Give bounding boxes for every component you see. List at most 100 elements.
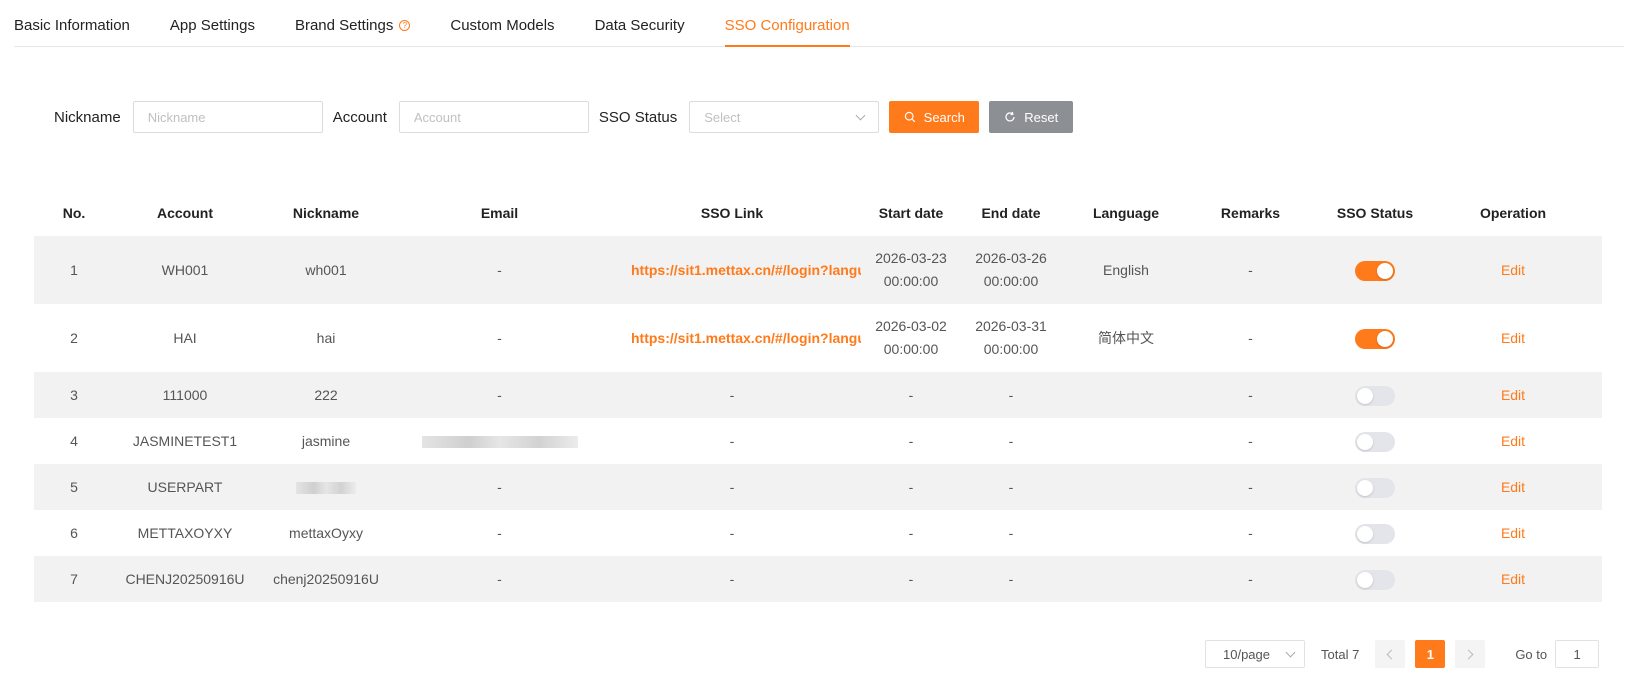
cell-email bbox=[396, 430, 603, 453]
cell-no: 6 bbox=[70, 524, 78, 541]
cell-sso-status bbox=[1310, 327, 1440, 350]
tab-label: Basic Information bbox=[14, 17, 130, 34]
col-header-email: Email bbox=[480, 205, 519, 221]
col-header-start-date: Start date bbox=[878, 205, 944, 221]
chevron-down-icon bbox=[1285, 647, 1296, 657]
col-header-no: No. bbox=[62, 205, 86, 221]
cell-nickname: 222 bbox=[314, 386, 338, 403]
tab-label: SSO Configuration bbox=[724, 17, 850, 34]
cell-account: WH001 bbox=[161, 261, 209, 278]
next-page-button[interactable] bbox=[1455, 640, 1486, 668]
cell-remarks: - bbox=[1248, 432, 1253, 449]
cell-email: - bbox=[497, 478, 502, 495]
goto-page-input[interactable] bbox=[1555, 640, 1600, 668]
edit-link[interactable]: Edit bbox=[1501, 262, 1525, 278]
tab-data-security[interactable]: Data Security bbox=[595, 0, 685, 46]
cell-no: 4 bbox=[70, 432, 78, 449]
sso-status-toggle[interactable] bbox=[1355, 385, 1395, 406]
sso-status-toggle[interactable] bbox=[1355, 328, 1395, 349]
tab-custom-models[interactable]: Custom Models bbox=[450, 0, 554, 46]
cell-no: 3 bbox=[70, 386, 78, 403]
cell-sso-status bbox=[1310, 259, 1440, 282]
edit-link[interactable]: Edit bbox=[1501, 479, 1525, 495]
cell-no: 7 bbox=[70, 570, 78, 587]
tab-basic-information[interactable]: Basic Information bbox=[14, 0, 130, 46]
cell-start-date: - bbox=[908, 386, 914, 403]
sso-status-label: SSO Status bbox=[598, 108, 678, 126]
sso-status-toggle[interactable] bbox=[1355, 431, 1395, 452]
edit-link[interactable]: Edit bbox=[1501, 571, 1525, 587]
cell-email: - bbox=[497, 261, 502, 278]
tab-bar: Basic Information App Settings Brand Set… bbox=[14, 0, 1624, 47]
search-icon bbox=[904, 111, 915, 123]
cell-operation: Edit bbox=[1440, 568, 1586, 591]
cell-account: JASMINETEST1 bbox=[132, 432, 238, 449]
cell-start-date: - bbox=[908, 478, 914, 495]
sso-status-toggle[interactable] bbox=[1355, 569, 1395, 590]
cell-no: 2 bbox=[70, 329, 78, 346]
redacted-nickname bbox=[296, 481, 356, 494]
redacted-email bbox=[421, 435, 578, 448]
start-time: 00:00:00 bbox=[883, 341, 939, 357]
sso-status-toggle[interactable] bbox=[1355, 523, 1395, 544]
cell-account: CHENJ20250916U bbox=[125, 570, 245, 587]
search-button[interactable]: Search bbox=[889, 101, 980, 133]
page-size-select[interactable]: 10/page bbox=[1205, 640, 1305, 668]
cell-sso-status bbox=[1310, 522, 1440, 545]
cell-email: - bbox=[497, 570, 502, 587]
refresh-icon bbox=[1005, 111, 1015, 122]
help-icon[interactable]: ? bbox=[399, 20, 411, 31]
page-button-current[interactable]: 1 bbox=[1415, 640, 1446, 668]
sso-link[interactable]: https://sit1.mettax.cn/#/login?language=… bbox=[631, 330, 861, 346]
cell-nickname: chenj20250916U bbox=[273, 570, 379, 587]
table-header: No. Account Nickname Email SSO Link Star… bbox=[34, 190, 1602, 236]
end-time: 00:00:00 bbox=[983, 341, 1039, 357]
cell-start-date: - bbox=[908, 432, 914, 449]
account-input[interactable] bbox=[398, 101, 589, 133]
cell-sso-link: - bbox=[729, 386, 735, 403]
cell-sso-link: https://sit1.mettax.cn/#/login?language=… bbox=[603, 259, 861, 282]
cell-no: 5 bbox=[70, 478, 78, 495]
sso-status-select[interactable]: Select bbox=[689, 101, 880, 133]
cell-start-date: 2026-03-23 00:00:00 bbox=[861, 247, 961, 293]
cell-nickname: wh001 bbox=[305, 261, 347, 278]
reset-button[interactable]: Reset bbox=[989, 101, 1074, 133]
cell-start-date: - bbox=[908, 570, 914, 587]
col-header-remarks: Remarks bbox=[1220, 205, 1281, 221]
sso-status-toggle[interactable] bbox=[1355, 260, 1395, 281]
cell-operation: Edit bbox=[1440, 327, 1586, 350]
cell-operation: Edit bbox=[1440, 430, 1586, 453]
cell-account: 111000 bbox=[162, 386, 208, 403]
edit-link[interactable]: Edit bbox=[1501, 387, 1525, 403]
tab-brand-settings[interactable]: Brand Settings? bbox=[294, 0, 411, 46]
search-button-label: Search bbox=[923, 109, 965, 125]
col-header-end-date: End date bbox=[981, 205, 1041, 221]
end-date: 2026-03-26 bbox=[975, 250, 1047, 266]
col-header-account: Account bbox=[157, 205, 213, 221]
tab-app-settings[interactable]: App Settings bbox=[170, 0, 255, 46]
table-row: 2 HAI hai - https://sit1.mettax.cn/#/log… bbox=[34, 304, 1602, 372]
edit-link[interactable]: Edit bbox=[1501, 525, 1525, 541]
edit-link[interactable]: Edit bbox=[1501, 433, 1525, 449]
sso-link[interactable]: https://sit1.mettax.cn/#/login?language=… bbox=[631, 262, 861, 278]
cell-end-date: - bbox=[1008, 570, 1014, 587]
nickname-label: Nickname bbox=[54, 108, 121, 126]
nickname-input[interactable] bbox=[132, 101, 323, 133]
table-row: 6 METTAXOYXY mettaxOyxy - - - - - Edit bbox=[34, 510, 1602, 556]
cell-sso-status bbox=[1310, 568, 1440, 591]
cell-remarks: - bbox=[1248, 386, 1253, 403]
cell-operation: Edit bbox=[1440, 259, 1586, 282]
tab-label: Brand Settings bbox=[294, 17, 394, 34]
edit-link[interactable]: Edit bbox=[1501, 330, 1525, 346]
cell-sso-link: - bbox=[729, 524, 735, 541]
cell-nickname: hai bbox=[316, 329, 336, 346]
cell-end-date: - bbox=[1008, 478, 1014, 495]
sso-status-toggle[interactable] bbox=[1355, 477, 1395, 498]
tab-sso-configuration[interactable]: SSO Configuration bbox=[724, 0, 850, 47]
cell-remarks: - bbox=[1248, 261, 1253, 278]
cell-sso-link: https://sit1.mettax.cn/#/login?language=… bbox=[603, 327, 861, 350]
table-row: 5 USERPART - - - - - Edit bbox=[34, 464, 1602, 510]
end-date: 2026-03-31 bbox=[975, 318, 1047, 334]
prev-page-button[interactable] bbox=[1375, 640, 1406, 668]
tab-label: Custom Models bbox=[450, 17, 555, 34]
